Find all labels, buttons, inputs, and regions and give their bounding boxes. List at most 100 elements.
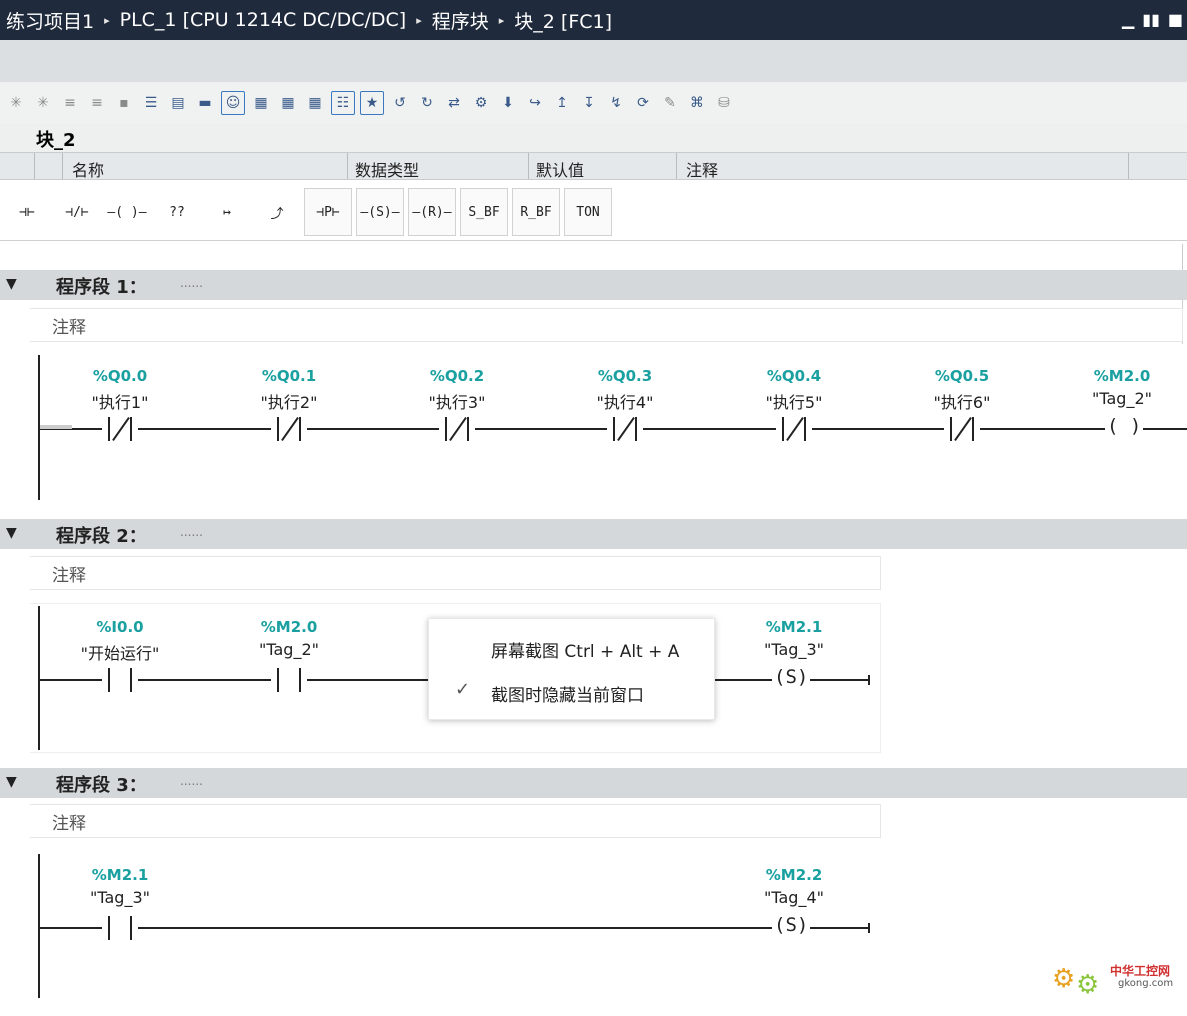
nc-contact[interactable] bbox=[607, 416, 643, 442]
operand-address[interactable]: %M2.2 bbox=[734, 866, 854, 884]
database-icon[interactable]: ⛁ bbox=[713, 92, 735, 114]
segment-3-header[interactable]: ▼ 程序段 3： ...... bbox=[0, 768, 1187, 798]
no-contact-button[interactable]: ⊣⊢ bbox=[4, 189, 50, 235]
set-bf-button[interactable]: S_BF bbox=[460, 188, 508, 236]
context-menu: 屏幕截图 Ctrl + Alt + A ✓ 截图时隐藏当前窗口 bbox=[428, 618, 715, 720]
step-icon[interactable]: ↪ bbox=[524, 92, 546, 114]
modify-icon[interactable]: ✎ bbox=[659, 92, 681, 114]
nc-contact[interactable] bbox=[439, 416, 475, 442]
goto-error-icon[interactable]: ↺ bbox=[389, 92, 411, 114]
breadcrumb-plc[interactable]: PLC_1 [CPU 1214C DC/DC/DC] bbox=[120, 9, 407, 31]
close-branch-button[interactable]: ⤴ bbox=[254, 189, 300, 235]
operand-tag[interactable]: "开始运行" bbox=[60, 640, 180, 664]
operand-address[interactable]: %Q0.1 bbox=[229, 367, 349, 385]
insert-row-icon[interactable]: ≡ bbox=[59, 92, 81, 114]
operand-tag[interactable]: "执行2" bbox=[229, 389, 349, 413]
add-row-icon[interactable]: ≡ bbox=[86, 92, 108, 114]
favorites-icon[interactable]: ★ bbox=[360, 91, 384, 115]
segment-2-comment[interactable]: 注释 bbox=[30, 556, 881, 590]
coil-button[interactable]: –( )– bbox=[104, 189, 150, 235]
nc-contact[interactable] bbox=[776, 416, 812, 442]
operand-address[interactable]: %M2.0 bbox=[229, 618, 349, 636]
tile-icon[interactable]: ▮▮ bbox=[1142, 10, 1160, 29]
symbolic-operand-icon[interactable]: ▦ bbox=[277, 92, 299, 114]
comment-icon[interactable]: ☺ bbox=[221, 91, 245, 115]
toggle-view-icon[interactable]: ☷ bbox=[331, 91, 355, 115]
nc-contact[interactable] bbox=[271, 416, 307, 442]
refresh-icon[interactable]: ⟳ bbox=[632, 92, 654, 114]
operand-address[interactable]: %Q0.2 bbox=[397, 367, 517, 385]
nc-contact[interactable] bbox=[102, 416, 138, 442]
operand-address[interactable]: %Q0.5 bbox=[902, 367, 1022, 385]
compile-icon[interactable]: ▪ bbox=[113, 92, 135, 114]
operand-tag[interactable]: "Tag_2" bbox=[229, 640, 349, 659]
breadcrumb-block[interactable]: 块_2 [FC1] bbox=[514, 7, 612, 34]
segment-3-comment[interactable]: 注释 bbox=[30, 804, 881, 838]
align-left-icon[interactable]: ☰ bbox=[140, 92, 162, 114]
operand-tag[interactable]: "Tag_2" bbox=[1067, 389, 1177, 408]
column-default[interactable]: 默认值 bbox=[536, 157, 584, 181]
operand-tag[interactable]: "Tag_3" bbox=[60, 888, 180, 907]
no-contact[interactable] bbox=[102, 916, 138, 940]
operand-tag[interactable]: "执行6" bbox=[902, 389, 1022, 413]
breakpoint-icon[interactable]: ⬇ bbox=[497, 92, 519, 114]
set-coil-button[interactable]: –(S)– bbox=[356, 188, 404, 236]
watch-icon[interactable]: ⌘ bbox=[686, 92, 708, 114]
delete-network-icon[interactable]: ✳ bbox=[32, 92, 54, 114]
operand-tag[interactable]: "Tag_4" bbox=[734, 888, 854, 907]
menu-item-screenshot[interactable]: 屏幕截图 Ctrl + Alt + A bbox=[491, 637, 679, 662]
monitor-icon[interactable]: ⚙ bbox=[470, 92, 492, 114]
breadcrumb-project[interactable]: 练习项目1 bbox=[6, 7, 94, 34]
expand-icon[interactable]: ▤ bbox=[167, 92, 189, 114]
step-out-icon[interactable]: ↧ bbox=[578, 92, 600, 114]
call-env-icon[interactable]: ↯ bbox=[605, 92, 627, 114]
collapse-arrow-icon[interactable]: ▼ bbox=[6, 774, 17, 790]
column-comment[interactable]: 注释 bbox=[686, 157, 718, 181]
step-over-icon[interactable]: ↥ bbox=[551, 92, 573, 114]
collapse-arrow-icon[interactable]: ▼ bbox=[6, 276, 17, 292]
reset-bf-button[interactable]: R_BF bbox=[512, 188, 560, 236]
p-contact-button[interactable]: ⊣P⊢ bbox=[304, 188, 352, 236]
operand-address[interactable]: %I0.0 bbox=[60, 618, 180, 636]
ton-button[interactable]: TON bbox=[564, 188, 612, 236]
segment-2-header[interactable]: ▼ 程序段 2： ...... bbox=[0, 519, 1187, 549]
nc-contact[interactable] bbox=[944, 416, 980, 442]
operand-tag[interactable]: "执行4" bbox=[565, 389, 685, 413]
column-name[interactable]: 名称 bbox=[72, 157, 104, 181]
no-contact[interactable] bbox=[271, 668, 307, 692]
insert-network-icon[interactable]: ✳ bbox=[5, 92, 27, 114]
operand-tag[interactable]: "执行5" bbox=[734, 389, 854, 413]
operand-address[interactable]: %M2.0 bbox=[1067, 367, 1177, 385]
set-coil[interactable]: (S) bbox=[772, 666, 811, 688]
nc-contact-button[interactable]: ⊣/⊢ bbox=[54, 189, 100, 235]
no-contact[interactable] bbox=[102, 668, 138, 692]
segment-1-comment[interactable]: 注释 bbox=[30, 308, 1183, 342]
operand-tag[interactable]: "执行1" bbox=[60, 389, 180, 413]
operand-address[interactable]: %Q0.0 bbox=[60, 367, 180, 385]
interface-header: 名称 数据类型 默认值 注释 bbox=[0, 152, 1187, 180]
menu-item-hide-window[interactable]: 截图时隐藏当前窗口 bbox=[491, 681, 644, 706]
collapse-arrow-icon[interactable]: ▼ bbox=[6, 525, 17, 541]
reset-coil-button[interactable]: –(R)– bbox=[408, 188, 456, 236]
maximize-icon[interactable]: ■ bbox=[1168, 10, 1183, 29]
operand-address[interactable]: %M2.1 bbox=[734, 618, 854, 636]
set-coil[interactable]: (S) bbox=[772, 914, 811, 936]
open-branch-button[interactable]: ↦ bbox=[204, 189, 250, 235]
collapse-icon[interactable]: ▬ bbox=[194, 92, 216, 114]
operand-tag[interactable]: "执行3" bbox=[397, 389, 517, 413]
abs-operand-icon[interactable]: ▦ bbox=[250, 92, 272, 114]
column-data-type[interactable]: 数据类型 bbox=[355, 157, 419, 181]
minimize-icon[interactable]: ▁ bbox=[1122, 10, 1134, 29]
empty-box-button[interactable]: ?? bbox=[154, 189, 200, 235]
goto-next-icon[interactable]: ⇄ bbox=[443, 92, 465, 114]
operand-address[interactable]: %Q0.3 bbox=[565, 367, 685, 385]
output-coil[interactable]: ( ) bbox=[1105, 415, 1144, 437]
operand-address[interactable]: %M2.1 bbox=[60, 866, 180, 884]
operand-info-icon[interactable]: ▦ bbox=[304, 92, 326, 114]
block-name-bar: 块_2 bbox=[0, 124, 1187, 152]
operand-tag[interactable]: "Tag_3" bbox=[734, 640, 854, 659]
goto-prev-icon[interactable]: ↻ bbox=[416, 92, 438, 114]
segment-1-header[interactable]: ▼ 程序段 1： ...... bbox=[0, 270, 1187, 300]
operand-address[interactable]: %Q0.4 bbox=[734, 367, 854, 385]
breadcrumb-program-blocks[interactable]: 程序块 bbox=[432, 7, 489, 34]
